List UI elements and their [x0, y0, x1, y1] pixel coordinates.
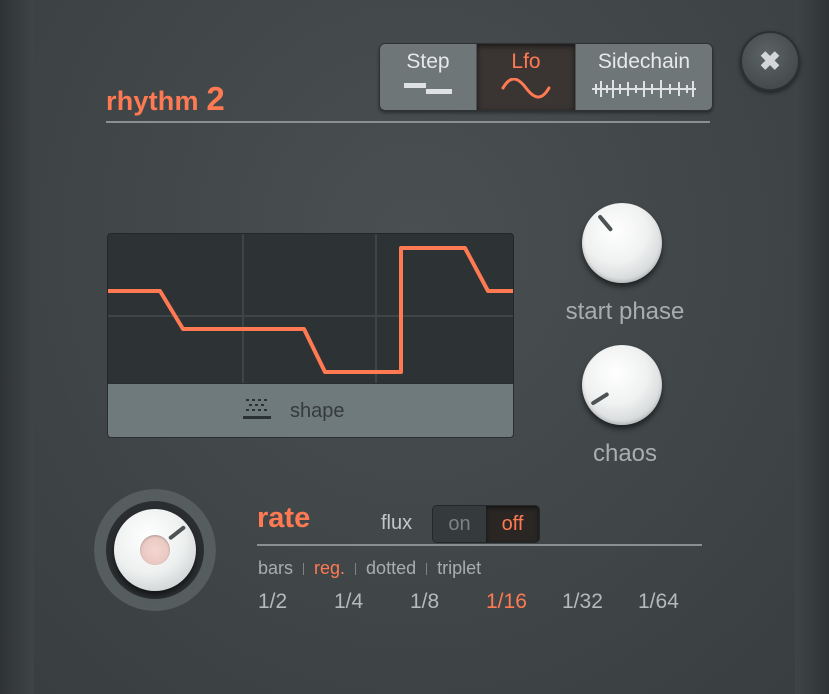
lfo-waveform-display[interactable]	[107, 233, 514, 385]
close-icon: ✖	[759, 46, 781, 76]
rate-knob-indicator	[167, 525, 187, 541]
right-panel-edge	[795, 0, 829, 694]
lfo-waveform-graph	[108, 234, 513, 384]
dotted-grid-icon	[243, 399, 271, 419]
separator	[303, 563, 305, 576]
rhythm-title-prefix: rhythm	[106, 86, 199, 116]
flux-off-button[interactable]: off	[486, 506, 539, 542]
rate-mode-row: bars reg. dotted triplet	[258, 558, 481, 579]
title-divider	[106, 121, 710, 123]
rhythm-title-number: 2	[206, 80, 225, 117]
close-button[interactable]: ✖	[740, 31, 800, 91]
rate-division-1-2[interactable]: 1/2	[258, 590, 334, 614]
shape-button[interactable]: shape	[107, 383, 514, 438]
rate-mode-regular[interactable]: reg.	[314, 558, 345, 579]
rate-knob-cap	[140, 535, 170, 565]
lfo-waveform-line	[108, 246, 513, 374]
left-panel-edge	[0, 0, 34, 694]
mode-sidechain-button[interactable]: Sidechain	[576, 44, 712, 110]
rate-division-1-4[interactable]: 1/4	[334, 590, 410, 614]
rate-mode-triplet[interactable]: triplet	[437, 558, 481, 579]
rate-division-1-64[interactable]: 1/64	[638, 590, 714, 614]
rate-division-1-32[interactable]: 1/32	[562, 590, 638, 614]
step-icon	[404, 83, 452, 94]
rate-mode-dotted[interactable]: dotted	[366, 558, 416, 579]
chaos-label: chaos	[592, 440, 658, 467]
start-phase-knob[interactable]	[582, 203, 662, 283]
mode-lfo-button[interactable]: Lfo	[477, 44, 576, 110]
mode-selector: Step Lfo Sidechain	[379, 43, 713, 111]
flux-toggle: on off	[432, 505, 540, 543]
rhythm-title: rhythm 2	[106, 80, 225, 118]
mode-step-label: Step	[406, 50, 450, 73]
mode-step-button[interactable]: Step	[380, 44, 477, 110]
start-phase-knob-indicator	[597, 214, 614, 233]
separator	[426, 563, 428, 576]
rate-knob[interactable]	[114, 509, 196, 591]
mode-lfo-label: Lfo	[511, 50, 541, 73]
flux-label: flux	[381, 512, 413, 534]
rate-division-1-16[interactable]: 1/16	[486, 590, 562, 614]
rate-division-row: 1/2 1/4 1/8 1/16 1/32 1/64	[258, 590, 714, 614]
chaos-knob[interactable]	[582, 345, 662, 425]
chaos-knob-indicator	[590, 391, 610, 406]
rate-divider	[257, 544, 702, 546]
sine-wave-icon	[501, 78, 551, 99]
separator	[355, 563, 357, 576]
shape-label: shape	[290, 400, 345, 422]
start-phase-label: start phase	[565, 298, 685, 325]
rate-mode-bars[interactable]: bars	[258, 558, 293, 579]
mode-sidechain-label: Sidechain	[597, 50, 691, 73]
rate-title: rate	[257, 502, 311, 534]
waveform-icon	[592, 80, 696, 98]
rate-division-1-8[interactable]: 1/8	[410, 590, 486, 614]
flux-on-button[interactable]: on	[433, 506, 486, 542]
